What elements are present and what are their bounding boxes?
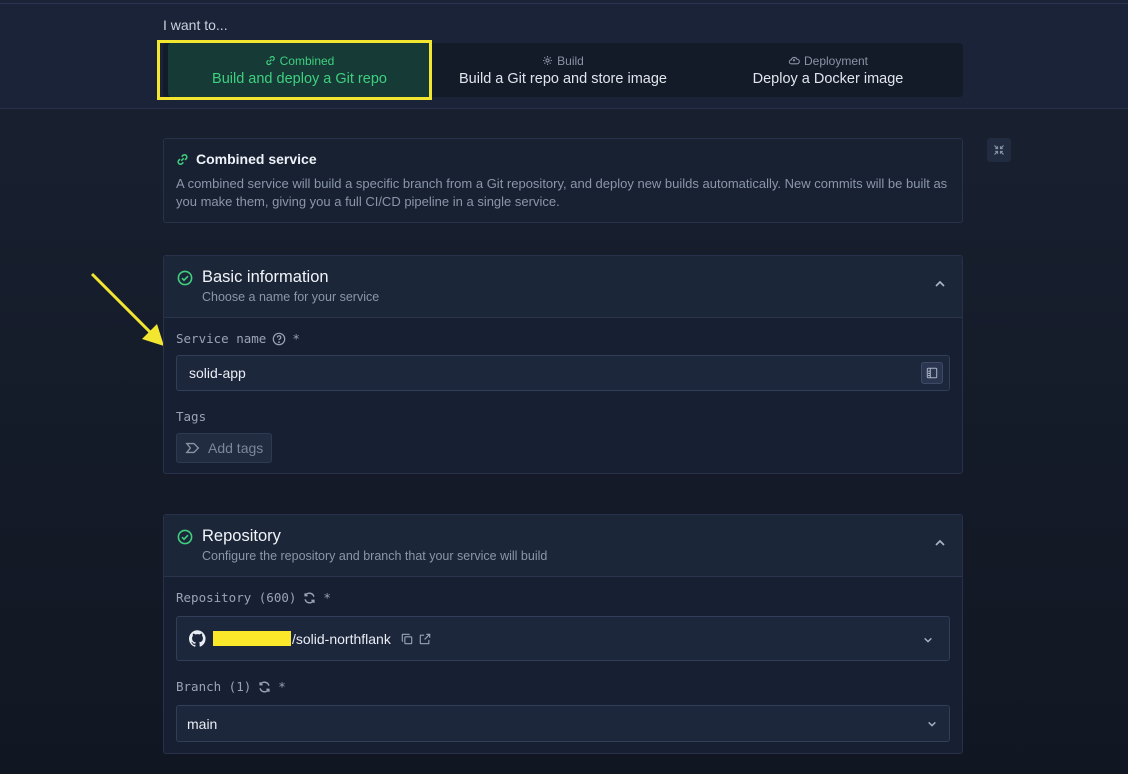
section-subtitle: Choose a name for your service xyxy=(202,290,380,304)
branch-select[interactable]: main xyxy=(176,705,950,742)
gear-icon xyxy=(543,56,553,65)
section-header[interactable]: Repository Configure the repository and … xyxy=(164,515,962,577)
type-option-label: Build and deploy a Git repo xyxy=(212,70,387,87)
help-icon[interactable] xyxy=(272,332,286,346)
template-icon xyxy=(926,367,938,379)
chevron-up-icon[interactable] xyxy=(934,537,946,549)
link-icon xyxy=(265,55,275,66)
type-option-build[interactable]: Build Build a Git repo and store image xyxy=(433,43,693,97)
annotation-arrow-icon xyxy=(90,272,164,346)
chevron-down-icon xyxy=(924,637,932,643)
repository-section: Repository Configure the repository and … xyxy=(163,514,963,754)
check-circle-icon xyxy=(177,270,193,286)
section-subtitle: Configure the repository and branch that… xyxy=(202,549,548,563)
refresh-icon[interactable] xyxy=(257,680,272,694)
check-circle-icon xyxy=(177,529,193,545)
cloud-icon xyxy=(788,56,800,65)
type-option-small-label: Build xyxy=(557,53,584,68)
service-name-value: solid-app xyxy=(189,365,246,381)
add-tags-button[interactable]: Add tags xyxy=(176,433,273,463)
github-icon xyxy=(189,630,206,647)
type-option-small-label: Deployment xyxy=(803,53,869,68)
tag-icon xyxy=(185,442,200,454)
combined-service-info: Combined service A combined service will… xyxy=(163,138,963,223)
copy-icon[interactable] xyxy=(401,633,413,645)
repository-select[interactable]: /solid-northflank xyxy=(176,616,950,661)
link-icon xyxy=(177,153,188,165)
collapse-button[interactable] xyxy=(987,138,1011,162)
branch-value: main xyxy=(187,715,218,732)
section-header[interactable]: Basic information Choose a name for your… xyxy=(164,256,962,318)
template-button[interactable] xyxy=(921,362,943,384)
type-option-deployment[interactable]: Deployment Deploy a Docker image xyxy=(698,43,958,97)
redacted-owner xyxy=(213,631,291,646)
repository-value: /solid-northflank xyxy=(292,630,391,647)
service-name-label: Service name * xyxy=(176,331,300,346)
repository-label: Repository (600) * xyxy=(176,590,331,605)
external-link-icon[interactable] xyxy=(419,633,431,645)
info-description: A combined service will build a specific… xyxy=(176,176,948,209)
basic-information-section: Basic information Choose a name for your… xyxy=(163,255,963,474)
type-option-label: Deploy a Docker image xyxy=(752,70,904,87)
section-title: Repository xyxy=(202,527,281,545)
service-type-prompt: I want to... xyxy=(163,17,228,33)
branch-label: Branch (1) * xyxy=(176,679,286,694)
chevron-down-icon xyxy=(928,721,936,727)
service-name-input[interactable]: solid-app xyxy=(176,355,950,391)
refresh-icon[interactable] xyxy=(302,591,317,605)
tags-label: Tags xyxy=(176,409,207,424)
type-option-combined[interactable]: Combined Build and deploy a Git repo xyxy=(168,43,431,97)
type-option-small-label: Combined xyxy=(279,53,335,68)
chevron-up-icon[interactable] xyxy=(934,278,946,290)
type-option-label: Build a Git repo and store image xyxy=(459,70,667,87)
top-divider xyxy=(0,3,1128,4)
compress-icon xyxy=(994,145,1004,155)
info-title: Combined service xyxy=(196,151,317,167)
service-type-selector: Combined Build and deploy a Git repo Bui… xyxy=(163,43,963,97)
section-title: Basic information xyxy=(202,268,329,286)
